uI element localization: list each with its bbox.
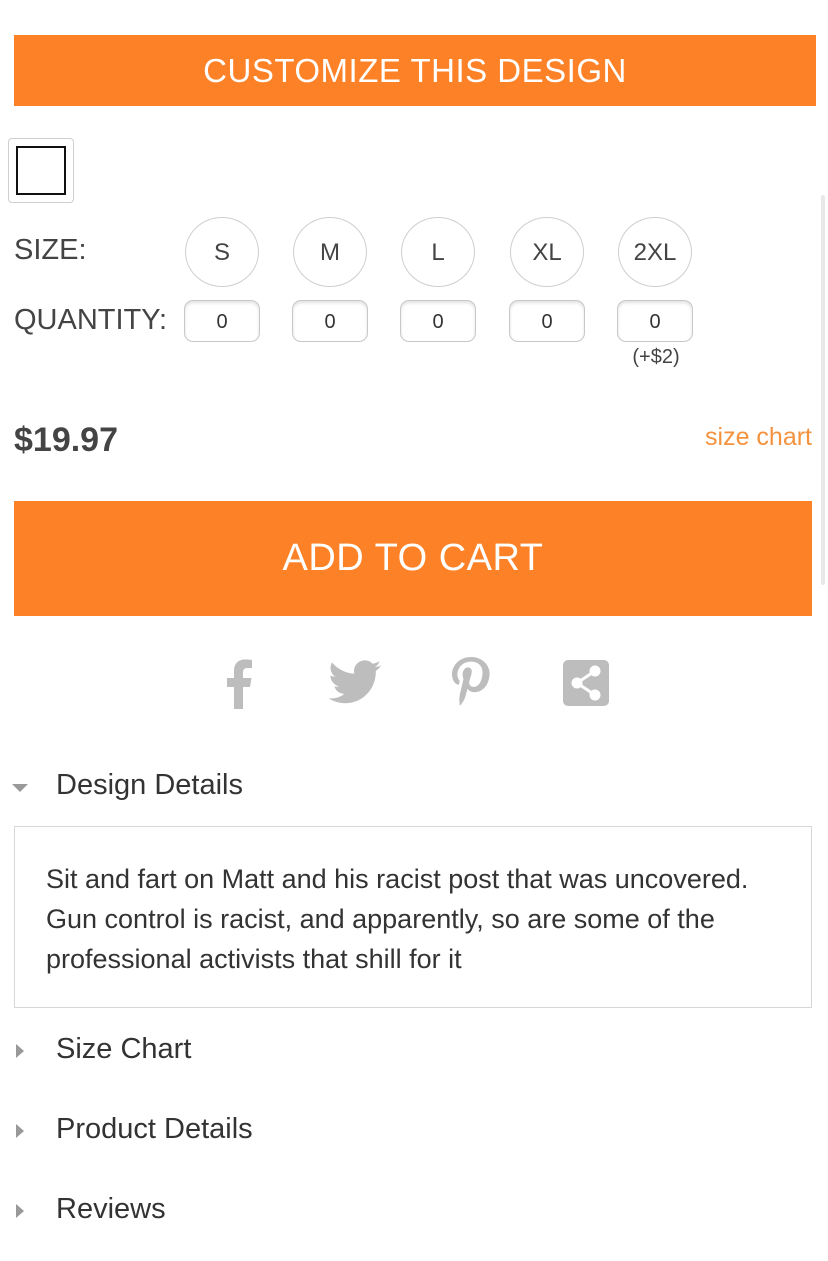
size-chart-link[interactable]: size chart: [705, 423, 812, 452]
accordion-title: Size Chart: [56, 1033, 192, 1065]
design-details-panel: Sit and fart on Matt and his racist post…: [14, 826, 812, 1008]
quantity-input-2xl[interactable]: 0: [617, 300, 693, 342]
size-label: SIZE:: [14, 234, 87, 266]
accordion-title: Design Details: [56, 769, 243, 801]
accordion-product-details[interactable]: Product Details: [0, 1110, 828, 1158]
size-option-l[interactable]: L: [401, 217, 475, 287]
quantity-input-xl[interactable]: 0: [509, 300, 585, 342]
twitter-icon[interactable]: [327, 654, 383, 710]
accordion-reviews[interactable]: Reviews: [0, 1190, 828, 1238]
accordion-title: Reviews: [56, 1193, 166, 1225]
size-option-xl[interactable]: XL: [510, 217, 584, 287]
accordion-title: Product Details: [56, 1113, 253, 1145]
quantity-label: QUANTITY:: [14, 304, 168, 336]
color-swatch-selected[interactable]: [8, 138, 74, 203]
quantity-input-s[interactable]: 0: [184, 300, 260, 342]
triangle-right-icon: [16, 1124, 24, 1138]
triangle-right-icon: [16, 1044, 24, 1058]
pinterest-icon[interactable]: [442, 654, 498, 710]
accordion-design-details[interactable]: Design Details: [0, 766, 828, 814]
design-description: Sit and fart on Matt and his racist post…: [46, 864, 749, 974]
customize-design-button[interactable]: CUSTOMIZE THIS DESIGN: [14, 35, 816, 106]
facebook-icon[interactable]: [212, 654, 268, 710]
product-price: $19.97: [14, 421, 118, 459]
share-icon[interactable]: [560, 654, 616, 710]
scrollbar[interactable]: [821, 195, 825, 585]
size-option-m[interactable]: M: [293, 217, 367, 287]
size-option-s[interactable]: S: [185, 217, 259, 287]
triangle-down-icon: [12, 784, 28, 792]
2xl-surcharge-note: (+$2): [632, 346, 680, 368]
accordion-size-chart[interactable]: Size Chart: [0, 1030, 828, 1078]
size-option-2xl[interactable]: 2XL: [618, 217, 692, 287]
quantity-input-l[interactable]: 0: [400, 300, 476, 342]
add-to-cart-button[interactable]: ADD TO CART: [14, 501, 812, 616]
quantity-input-m[interactable]: 0: [292, 300, 368, 342]
white-color-swatch: [16, 146, 66, 195]
triangle-right-icon: [16, 1204, 24, 1218]
